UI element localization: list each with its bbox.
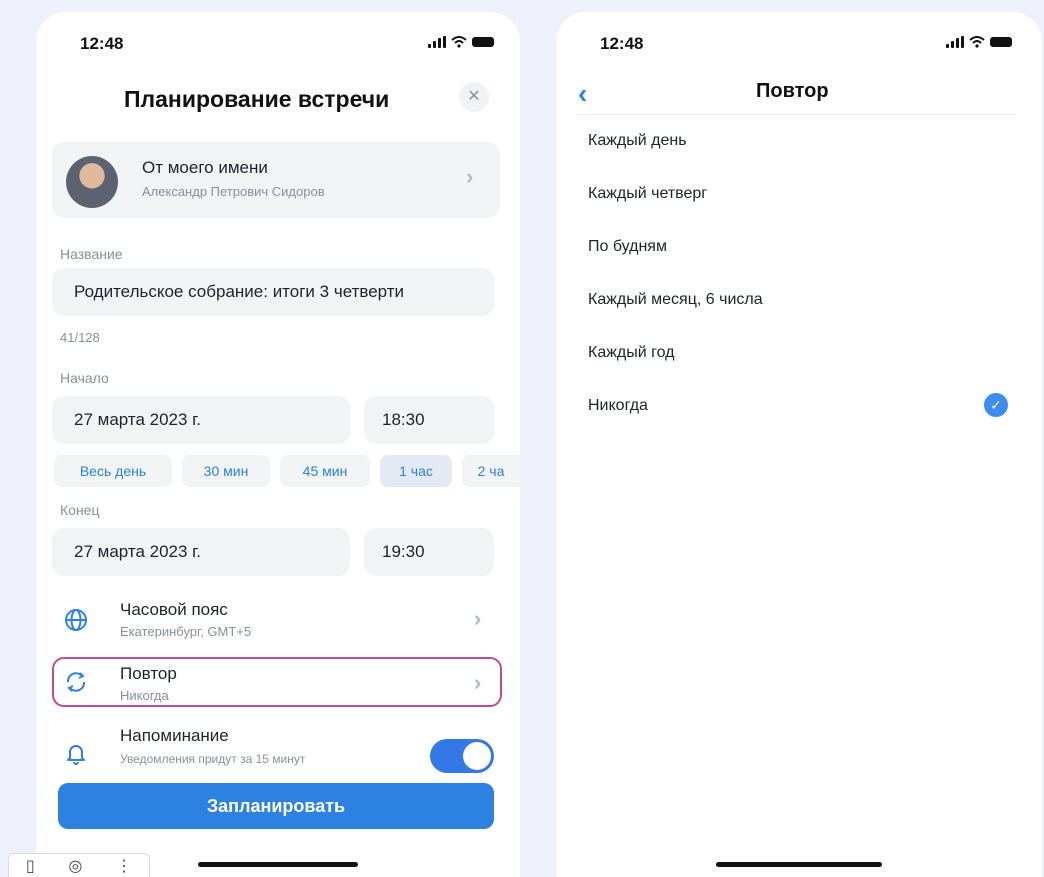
- reminder-value: Уведомления придут за 15 минут: [120, 752, 306, 766]
- status-time: 12:48: [600, 34, 644, 53]
- page-title: Планирование встречи: [124, 86, 390, 112]
- header-divider: [576, 114, 1016, 115]
- name-label: Название: [60, 246, 123, 262]
- chip-all-day[interactable]: Весь день: [54, 455, 172, 487]
- repeat-value: Никогда: [120, 688, 169, 703]
- reminder-title: Напоминание: [120, 726, 229, 745]
- timezone-value: Екатеринбург, GMT+5: [120, 624, 252, 639]
- home-indicator: [198, 862, 358, 867]
- chip-2-hours[interactable]: 2 ча: [462, 455, 520, 487]
- camera-icon[interactable]: ◎: [68, 856, 82, 876]
- signal-icon: [946, 36, 964, 48]
- page-title: Повтор: [756, 80, 829, 102]
- toggle-knob: [463, 742, 491, 770]
- name-field[interactable]: Родительское собрание: итоги 3 четверти: [52, 268, 494, 316]
- chevron-right-icon: ›: [474, 670, 482, 695]
- start-time-field[interactable]: 18:30: [364, 396, 494, 444]
- author-card[interactable]: От моего имени Александр Петрович Сидоро…: [52, 142, 500, 218]
- option-every-year[interactable]: Каждый год: [588, 344, 675, 362]
- globe-icon: [65, 609, 87, 631]
- end-label: Конец: [60, 502, 100, 518]
- repeat-screen: 12:48 ‹ Повтор Каждый день Каждый четвер…: [556, 12, 1042, 877]
- author-name: Александр Петрович Сидоров: [142, 184, 325, 199]
- option-every-month[interactable]: Каждый месяц, 6 числа: [588, 291, 763, 309]
- status-time: 12:48: [80, 34, 124, 53]
- more-icon[interactable]: ⋮: [116, 856, 132, 876]
- timezone-title: Часовой пояс: [120, 600, 228, 619]
- battery-icon: [990, 37, 1012, 47]
- chevron-right-icon: ›: [466, 164, 474, 189]
- end-date-field[interactable]: 27 марта 2023 г.: [52, 528, 350, 576]
- chip-30-min[interactable]: 30 мин: [182, 455, 270, 487]
- end-date-value: 27 марта 2023 г.: [74, 542, 202, 561]
- signal-icon: [428, 36, 446, 48]
- avatar: [66, 156, 118, 208]
- bottom-toolbar: ▯ ◎ ⋮: [8, 853, 150, 877]
- wifi-icon: [451, 36, 467, 48]
- start-date-value: 27 марта 2023 г.: [74, 410, 202, 429]
- bell-icon: [67, 745, 85, 765]
- start-date-field[interactable]: 27 марта 2023 г.: [52, 396, 350, 444]
- chip-1-hour[interactable]: 1 час: [380, 455, 452, 487]
- option-never[interactable]: Никогда: [588, 397, 648, 415]
- battery-icon: [472, 37, 494, 47]
- status-icons: [428, 36, 494, 48]
- status-icons: [946, 36, 1012, 48]
- schedule-button[interactable]: Запланировать: [58, 783, 494, 829]
- reminder-toggle[interactable]: [430, 739, 494, 773]
- home-indicator: [716, 862, 882, 867]
- option-every-day[interactable]: Каждый день: [588, 132, 687, 150]
- checkmark-icon: ✓: [984, 393, 1008, 417]
- option-weekdays[interactable]: По будням: [588, 238, 667, 256]
- wifi-icon: [969, 36, 985, 48]
- meeting-planning-screen: 12:48 Планирование встречи ✕ От моего им…: [36, 12, 520, 877]
- start-label: Начало: [60, 370, 109, 386]
- repeat-icon: [66, 672, 86, 692]
- option-every-thursday[interactable]: Каждый четверг: [588, 185, 707, 203]
- repeat-title: Повтор: [120, 664, 177, 683]
- end-time-field[interactable]: 19:30: [364, 528, 494, 576]
- chevron-left-icon: ‹: [578, 78, 588, 109]
- chip-45-min[interactable]: 45 мин: [280, 455, 370, 487]
- end-time-value: 19:30: [382, 542, 425, 561]
- back-button[interactable]: ‹: [578, 78, 587, 110]
- author-title: От моего имени: [142, 158, 268, 177]
- close-button[interactable]: ✕: [459, 82, 489, 112]
- start-time-value: 18:30: [382, 410, 425, 429]
- name-counter: 41/128: [60, 330, 100, 345]
- bookmark-icon[interactable]: ▯: [26, 856, 35, 876]
- name-field-value: Родительское собрание: итоги 3 четверти: [74, 282, 405, 301]
- close-icon: ✕: [467, 88, 481, 105]
- chevron-right-icon: ›: [474, 606, 482, 631]
